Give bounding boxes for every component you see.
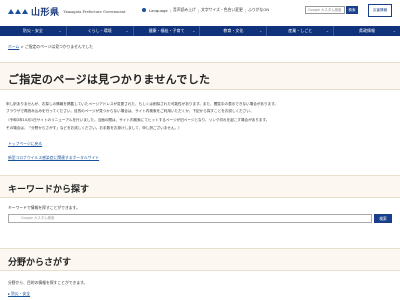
util-read-aloud[interactable]: 音声読み上げ (173, 7, 196, 13)
message-paragraph: ブラウザで再読み込みを行ってください。目的のページが見つからない場合は、サイト内… (6, 109, 254, 114)
message-paragraph: （令和3年10月1日サイトのリニューアルを行いました。当面の間は、サイト内検索に… (6, 118, 270, 123)
logo-mark-icon (8, 9, 28, 14)
error-message: 申し訳ありませんが、お探しの情報を掲載していたページアドレスが変更された、もしく… (6, 101, 396, 132)
nav-item-industry[interactable]: 産業・しごと ⌄ (267, 26, 335, 36)
breadcrumb-home[interactable]: ホーム (8, 44, 19, 49)
header-search-button[interactable]: 検索 (346, 6, 358, 14)
chevron-down-icon: ⌄ (58, 28, 62, 33)
header-search-input[interactable]: Google カスタム検索 (305, 6, 345, 14)
globe-icon (142, 8, 146, 12)
message-paragraph: 申し訳ありませんが、お探しの情報を掲載していたページアドレスが変更された、もしく… (6, 102, 279, 106)
disaster-info-button[interactable]: 災害情報 (368, 4, 392, 17)
nav-item-education[interactable]: 教育・文化 ⌄ (200, 26, 268, 36)
chevron-down-icon: ⌄ (192, 28, 196, 33)
site-header: 山形県 Yamagata Prefecture Government Langu… (0, 0, 400, 24)
keyword-heading: キーワードから探す (8, 185, 90, 195)
chevron-down-icon: ⌄ (392, 28, 396, 33)
logo-subtitle: Yamagata Prefecture Government (63, 9, 126, 14)
site-logo[interactable]: 山形県 Yamagata Prefecture Government (8, 5, 125, 18)
breadcrumb: ホーム > ご指定のページは見つかりませんでした (8, 44, 93, 49)
keyword-search-button[interactable]: 検索 (374, 214, 392, 223)
nav-item-safety[interactable]: 防災・安全 ⌄ (0, 26, 67, 36)
page-title-band: ご指定のページは見つかりませんでした (0, 62, 400, 90)
top-page-link[interactable]: トップページに戻る (8, 141, 42, 147)
keyword-search-input[interactable]: Google カスタム検索 (8, 214, 372, 223)
util-text-size[interactable]: 文字サイズ・色合い変更 (201, 7, 243, 13)
chevron-down-icon: ⌄ (325, 28, 330, 33)
nav-item-government[interactable]: 県政情報 ⌄ (334, 26, 400, 36)
keyword-section-band: キーワードから探す (0, 175, 400, 198)
covid-portal-link[interactable]: 新型コロナウイルス感染症に関連するポータルサイト (8, 155, 99, 161)
field-description: 分野から、目的の情報を探すことができます。 (8, 280, 88, 285)
field-link-safety[interactable]: 防災・安全 (8, 291, 30, 297)
chevron-down-icon: ⌄ (258, 28, 263, 33)
chevron-down-icon: ⌄ (125, 28, 129, 33)
keyword-description: キーワードで情報を探すことができます。 (8, 205, 80, 210)
breadcrumb-current: ご指定のページは見つかりませんでした (24, 44, 93, 49)
nav-item-health[interactable]: 健康・福祉・子育て ⌄ (134, 26, 201, 36)
global-nav: 防災・安全 ⌄ くらし・環境 ⌄ 健康・福祉・子育て ⌄ 教育・文化 ⌄ 産業・しごと ⌄… (0, 26, 400, 36)
page-title: ご指定のページは見つかりませんでした (8, 73, 211, 86)
util-furigana[interactable]: ふりがなON (248, 7, 269, 13)
util-language[interactable]: Language (149, 8, 168, 13)
field-heading: 分野からさがす (8, 258, 72, 268)
field-section-band: 分野からさがす (0, 248, 400, 271)
message-paragraph: その場合は、「分野からさがす」などをお試しください。お手数をお掛けしまして、申し… (6, 125, 182, 130)
utility-links: Language | 音声読み上げ | 文字サイズ・色合い変更 | ふりがなON (142, 7, 269, 13)
nav-item-living[interactable]: くらし・環境 ⌄ (67, 26, 134, 36)
logo-name: 山形県 (31, 8, 60, 18)
